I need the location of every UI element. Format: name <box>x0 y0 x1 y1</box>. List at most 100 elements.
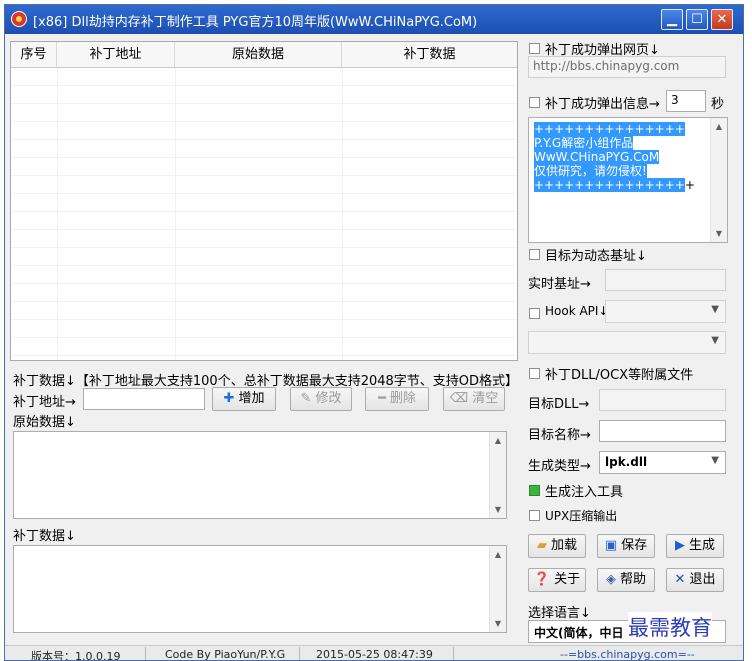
scroll-up-arrow-icon[interactable]: ▲ <box>490 546 506 563</box>
about-button[interactable]: ❓ 关于 <box>528 568 586 592</box>
info-caret-char: + <box>684 178 695 192</box>
patch-address-label: 补丁地址→ <box>13 395 76 410</box>
patch-data-textarea[interactable]: ▲ ▼ <box>13 545 507 633</box>
minimize-button[interactable]: ▁ <box>661 9 683 30</box>
clear-button-label: 清空 <box>472 391 499 406</box>
modify-button[interactable]: ✎ 修改 <box>290 387 352 411</box>
original-data-scrollbar[interactable]: ▲ ▼ <box>489 432 506 518</box>
status-version: 版本号：1.0.0.19 <box>31 650 121 661</box>
status-separator <box>145 647 146 660</box>
patch-data-label: 补丁数据↓ <box>13 529 76 544</box>
save-button[interactable]: ▣ 保存 <box>597 534 655 558</box>
scroll-down-arrow-icon[interactable]: ▼ <box>490 501 506 518</box>
help-button[interactable]: ◈ 帮助 <box>597 568 655 592</box>
scroll-down-arrow-icon[interactable]: ▼ <box>711 225 727 242</box>
original-data-label: 原始数据↓ <box>13 415 76 430</box>
gen-inject-label: 生成注入工具 <box>545 485 624 500</box>
add-button-label: 增加 <box>238 391 265 406</box>
original-data-textarea[interactable]: ▲ ▼ <box>13 431 507 519</box>
generate-button-label: 生成 <box>688 538 715 553</box>
hook-api-checkbox[interactable] <box>529 308 540 319</box>
grid-col-divider <box>57 68 58 360</box>
popup-web-url-input[interactable]: http://bbs.chinapyg.com <box>528 56 726 78</box>
real-base-label: 实时基址→ <box>528 277 591 292</box>
edit-icon: ✎ <box>300 391 312 406</box>
target-name-input[interactable] <box>599 420 726 442</box>
info-line: 仅供研究，请勿侵权! <box>534 164 695 178</box>
load-button-label: 加载 <box>550 538 577 553</box>
popup-info-text: +++++++++++++++ P.Y.G解密小组作品 WwW.CHinaPYG… <box>534 122 695 192</box>
language-value: 中文(简体，中日 <box>534 626 624 640</box>
seconds-unit-label: 秒 <box>711 97 725 112</box>
status-code-by: Code By PiaoYun/P.Y.G <box>165 648 286 661</box>
target-dll-input[interactable] <box>599 389 726 411</box>
attach-files-label: 补丁DLL/OCX等附属文件 <box>545 368 694 383</box>
close-x-icon: ✕ <box>674 572 686 587</box>
book-icon: ◈ <box>605 572 616 587</box>
info-line-text: +++++++++++++++ <box>534 178 685 192</box>
add-button[interactable]: ✚ 增加 <box>212 387 276 411</box>
maximize-button[interactable]: ☐ <box>686 9 708 30</box>
save-button-label: 保存 <box>621 538 648 553</box>
upx-label: UPX压缩输出 <box>545 509 618 523</box>
target-name-label: 目标名称→ <box>528 428 591 443</box>
load-button[interactable]: ▰ 加载 <box>528 534 586 558</box>
grid-header: 序号 补丁地址 原始数据 补丁数据 <box>11 42 517 68</box>
gen-type-label: 生成类型→ <box>528 459 591 474</box>
col-header-patch-data[interactable]: 补丁数据 <box>342 42 517 67</box>
grid-body[interactable] <box>11 68 517 360</box>
info-line: P.Y.G解密小组作品 <box>534 136 695 150</box>
gen-inject-checkbox[interactable] <box>529 485 540 496</box>
chevron-down-icon: ▼ <box>711 455 719 466</box>
col-header-original-data[interactable]: 原始数据 <box>175 42 342 67</box>
popup-info-scrollbar[interactable]: ▲ ▼ <box>710 118 727 242</box>
patch-list-grid[interactable]: 序号 补丁地址 原始数据 补丁数据 <box>10 41 518 361</box>
window-title: [x86] Dll劫持内存补丁制作工具 PYG官方10周年版(WwW.CHiNa… <box>33 15 478 30</box>
generate-button[interactable]: ▶ 生成 <box>666 534 724 558</box>
info-line: WwW.CHinaPYG.CoM <box>534 150 695 164</box>
status-bar: 版本号：1.0.0.19 Code By PiaoYun/P.Y.G 2015-… <box>5 645 743 661</box>
app-shield-icon <box>11 11 27 27</box>
exit-button-label: 退出 <box>689 572 716 587</box>
real-base-input[interactable] <box>605 269 726 291</box>
status-site-link[interactable]: --=bbs.chinapyg.com=-- <box>560 648 695 660</box>
attach-files-checkbox[interactable] <box>529 368 540 379</box>
play-arrow-icon: ▶ <box>674 538 685 553</box>
clear-button[interactable]: ⌫ 清空 <box>443 387 505 411</box>
dynamic-base-checkbox[interactable] <box>529 249 540 260</box>
info-line-text: +++++++++++++++ <box>534 122 685 136</box>
target-dll-label: 目标DLL→ <box>528 397 590 412</box>
scroll-down-arrow-icon[interactable]: ▼ <box>490 615 506 632</box>
delete-button[interactable]: ━ 删除 <box>365 387 429 411</box>
grid-col-divider <box>175 68 176 360</box>
popup-info-textarea[interactable]: +++++++++++++++ P.Y.G解密小组作品 WwW.CHinaPYG… <box>528 117 728 243</box>
exit-button[interactable]: ✕ 退出 <box>666 568 724 592</box>
plus-icon: ✚ <box>223 391 235 406</box>
popup-info-label: 补丁成功弹出信息→ <box>545 97 660 112</box>
col-header-index[interactable]: 序号 <box>11 42 57 67</box>
hook-api-select[interactable]: ▼ <box>605 300 726 323</box>
help-question-icon: ❓ <box>533 572 551 587</box>
patch-data-scrollbar[interactable]: ▲ ▼ <box>489 546 506 632</box>
folder-open-icon: ▰ <box>536 538 547 553</box>
status-separator <box>453 647 454 660</box>
scroll-up-arrow-icon[interactable]: ▲ <box>711 118 727 135</box>
upx-checkbox[interactable] <box>529 510 540 521</box>
scroll-up-arrow-icon[interactable]: ▲ <box>490 432 506 449</box>
modify-button-label: 修改 <box>315 391 342 406</box>
floppy-disk-icon: ▣ <box>604 538 618 553</box>
watermark-logo: 最需教育 <box>628 612 712 642</box>
gen-type-select[interactable]: lpk.dll ▼ <box>599 451 726 474</box>
title-bar[interactable]: [x86] Dll劫持内存补丁制作工具 PYG官方10周年版(WwW.CHiNa… <box>5 5 743 34</box>
col-header-patch-address[interactable]: 补丁地址 <box>57 42 175 67</box>
close-button[interactable]: ✕ <box>711 9 733 30</box>
info-line-text: WwW.CHinaPYG.CoM <box>534 150 660 164</box>
popup-seconds-input[interactable]: 3 <box>666 90 706 112</box>
hook-api-sub-select[interactable]: ▼ <box>528 331 726 354</box>
popup-web-checkbox[interactable] <box>529 43 540 54</box>
info-line: ++++++++++++++++ <box>534 178 695 192</box>
main-window: [x86] Dll劫持内存补丁制作工具 PYG官方10周年版(WwW.CHiNa… <box>4 4 744 661</box>
popup-info-checkbox[interactable] <box>529 97 540 108</box>
patch-address-input[interactable] <box>83 388 205 410</box>
info-line: +++++++++++++++ <box>534 122 695 136</box>
